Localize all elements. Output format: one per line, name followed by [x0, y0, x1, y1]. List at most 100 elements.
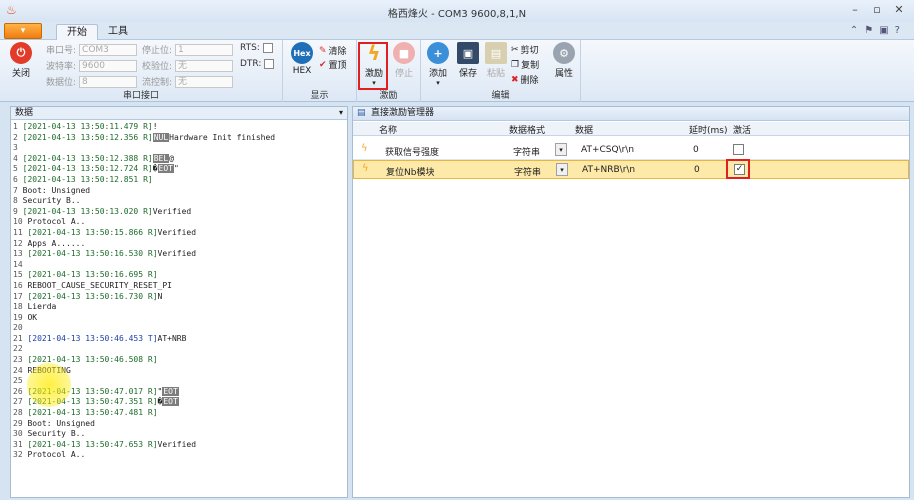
clear-label: 清除 [328, 47, 347, 57]
log-line: 14 [13, 260, 347, 271]
table-header: 名称 数据格式 数据 延时(ms) 激活 [353, 122, 909, 136]
log-line: 15 [2021-04-13 13:50:16.695 R] [13, 270, 347, 281]
dtr-checkbox[interactable] [264, 59, 275, 69]
minimize-icon[interactable]: – [846, 3, 864, 16]
pin-top-label: 置顶 [328, 61, 347, 71]
stimulus-manager-panel: ▤ 直接激励管理器 名称 数据格式 数据 延时(ms) 激活 ϟ 获取信号强度 … [352, 106, 910, 498]
log-line: 7 Boot: Unsigned [13, 186, 347, 197]
log-line: 5 [2021-04-13 13:50:12.724 R]�EOT" [13, 164, 347, 175]
log-timestamp: [2021-04-13 13:50:12.724 R] [22, 164, 153, 174]
format-dropdown-icon[interactable]: ▾ [555, 143, 567, 156]
power-icon: ⏻ [10, 42, 32, 64]
baud-select[interactable]: 9600 [79, 59, 138, 72]
col-active[interactable]: 激活 [733, 123, 751, 136]
hex-button[interactable]: Hex HEX [287, 42, 317, 76]
ribbon-options-icons[interactable]: ⌃⚑▣? [850, 25, 906, 36]
stop-button[interactable]: ■ 停止 [389, 42, 419, 79]
log-line-number: 23 [13, 355, 23, 365]
row-delay[interactable]: 0 [694, 165, 700, 175]
log-timestamp: [2021-04-13 13:50:16.730 R] [27, 291, 158, 301]
hex-icon-label: Hex [293, 48, 311, 58]
flow-select[interactable]: 无 [175, 75, 234, 88]
pin-top-button[interactable]: ✔ 置顶 [319, 58, 347, 72]
log-line-number: 12 [13, 238, 23, 248]
lightning-icon: ϟ [362, 163, 369, 174]
gear-icon: ⚙ [553, 42, 575, 64]
log-text: Protocol A.. [27, 217, 86, 227]
log-text: Protocol A.. [27, 450, 86, 460]
log-timestamp: [2021-04-13 13:50:13.020 R] [22, 206, 153, 216]
save-button[interactable]: ▣ 保存 [453, 42, 483, 79]
port-label: 串口号: [46, 46, 77, 56]
clear-button[interactable]: ✎ 清除 [319, 44, 347, 58]
active-highlight-box [726, 159, 750, 179]
active-checkbox[interactable] [733, 144, 744, 155]
properties-button[interactable]: ⚙ 属性 [549, 42, 579, 79]
log-line-number: 25 [13, 376, 23, 386]
log-line: 31 [2021-04-13 13:50:47.653 R]Verified [13, 440, 347, 451]
panel-dropdown-icon[interactable]: ▾ [339, 107, 343, 119]
stopbits-select[interactable]: 1 [175, 43, 234, 56]
log-view[interactable]: 1 [2021-04-13 13:50:11.479 R]! 2 [2021-04… [11, 120, 347, 461]
tab-start[interactable]: 开始 [56, 24, 98, 40]
app-menu-label: ▾ [20, 26, 26, 36]
log-line-number: 5 [13, 164, 18, 174]
port-select[interactable]: COM3 [79, 43, 138, 56]
maximize-icon[interactable]: ▫ [868, 3, 886, 16]
table-row-selected[interactable]: ϟ 复位Nb模块 字符串 ▾ AT+NRB\r\n 0 ✓ [353, 160, 909, 179]
log-line-number: 9 [13, 206, 18, 216]
close-port-button[interactable]: ⏻ 关闭 [6, 42, 36, 79]
log-text: AT+NRB [157, 333, 187, 343]
log-line: 32 Protocol A.. [13, 450, 347, 461]
data-panel-tab[interactable]: 数据 [15, 108, 33, 118]
log-line-number: 14 [13, 259, 23, 269]
list-icon: ▤ [357, 108, 366, 118]
group-edit-label: 编辑 [491, 91, 510, 101]
log-line: 2 [2021-04-13 13:50:12.356 R]NULHardware… [13, 132, 347, 144]
col-data[interactable]: 数据 [575, 123, 593, 136]
tab-tools[interactable]: 工具 [98, 24, 138, 40]
eraser-icon: ✎ [319, 45, 327, 56]
delete-button[interactable]: ✖ 删除 [511, 73, 539, 87]
add-dropdown-icon[interactable]: ▾ [423, 79, 453, 87]
log-line: 18 Lierda [13, 302, 347, 313]
col-name[interactable]: 名称 [379, 123, 397, 136]
row-data[interactable]: AT+NRB\r\n [582, 165, 635, 175]
delete-icon: ✖ [511, 74, 519, 85]
clipboard-icon: ▤ [485, 42, 507, 64]
add-button[interactable]: + 添加 ▾ [423, 42, 453, 87]
log-timestamp: [2021-04-13 13:50:46.453 T] [27, 333, 158, 343]
log-text: OK [27, 312, 38, 322]
cut-button[interactable]: ✂ 剪切 [511, 43, 539, 57]
rts-checkbox[interactable] [262, 43, 273, 53]
paste-button[interactable]: ▤ 粘贴 [481, 42, 511, 79]
log-line-number: 28 [13, 408, 23, 418]
log-line-number: 18 [13, 302, 23, 312]
copy-button[interactable]: ❐ 复制 [511, 58, 539, 72]
control-char-badge: EOT [162, 386, 179, 396]
stimulus-manager-title: 直接激励管理器 [371, 108, 435, 118]
format-dropdown-icon[interactable]: ▾ [556, 163, 568, 176]
parity-select[interactable]: 无 [175, 59, 234, 72]
log-line: 12 Apps A...... [13, 239, 347, 250]
row-delay[interactable]: 0 [693, 145, 699, 155]
log-line-number: 21 [13, 333, 23, 343]
log-timestamp: [2021-04-13 13:50:11.479 R] [22, 122, 153, 131]
log-line: 4 [2021-04-13 13:50:12.388 R]BEL@ [13, 153, 347, 165]
app-menu-button[interactable]: ▾ [4, 23, 42, 39]
table-row[interactable]: ϟ 获取信号强度 字符串 ▾ AT+CSQ\r\n 0 [353, 141, 909, 160]
log-line: 6 [2021-04-13 13:50:12.851 R] [13, 175, 347, 186]
databits-label: 数据位: [46, 78, 77, 88]
baud-row: 波特率: 9600 [46, 59, 138, 72]
control-char-badge: EOT [157, 164, 174, 174]
group-display: Hex HEX ✎ 清除 ✔ 置顶 显示 [283, 40, 357, 102]
log-line: 8 Security B.. [13, 196, 347, 207]
row-data[interactable]: AT+CSQ\r\n [581, 145, 634, 155]
log-line-number: 16 [13, 280, 23, 290]
databits-select[interactable]: 8 [79, 75, 138, 88]
col-delay[interactable]: 延时(ms) [689, 123, 727, 136]
col-format[interactable]: 数据格式 [509, 123, 545, 136]
log-text: Boot: Unsigned [22, 185, 91, 195]
delete-label: 删除 [520, 76, 539, 86]
close-icon[interactable]: ✕ [890, 3, 908, 16]
